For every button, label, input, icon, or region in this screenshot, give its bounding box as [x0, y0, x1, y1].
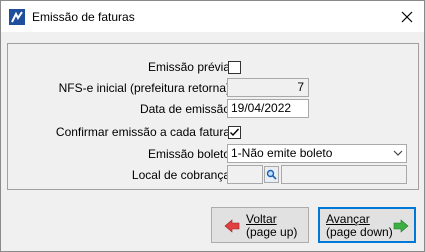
local-cobranca-label: Local de cobrança — [131, 168, 230, 182]
chevron-down-icon — [393, 150, 403, 156]
local-cobranca-description-field[interactable] — [281, 165, 407, 184]
emissao-boleto-select[interactable]: 1-Não emite boleto — [227, 144, 407, 163]
window-title: Emissão de faturas — [32, 10, 135, 24]
close-icon — [401, 11, 413, 22]
emissao-previa-label: Emissão prévia — [147, 60, 230, 74]
emissao-boleto-value: 1-Não emite boleto — [231, 146, 333, 160]
avancar-button[interactable]: Avançar (page down) — [318, 207, 416, 243]
title-bar: Emissão de faturas — [1, 1, 424, 32]
avancar-hint: (page down) — [326, 225, 393, 239]
close-button[interactable] — [390, 1, 424, 32]
data-emissao-label: Data de emissão — [139, 102, 230, 116]
emissao-previa-checkbox[interactable] — [228, 61, 241, 74]
local-cobranca-search-button[interactable] — [264, 166, 279, 183]
search-icon — [266, 169, 277, 180]
dialog-window: Emissão de faturas Emissão prévia NFS-e … — [0, 0, 425, 252]
confirmar-label: Confirmar emissão a cada fatura — [55, 125, 230, 139]
arrow-right-icon — [393, 219, 409, 233]
checkmark-icon — [230, 128, 240, 137]
local-cobranca-code-field[interactable] — [227, 165, 263, 184]
nfse-inicial-label: NFS-e inicial (prefeitura retorna) — [58, 81, 230, 95]
app-icon — [9, 9, 25, 25]
nfse-inicial-field[interactable]: 7 — [227, 78, 309, 97]
voltar-hint: (page up) — [246, 225, 298, 239]
confirmar-checkbox[interactable] — [228, 126, 241, 139]
emissao-boleto-label: Emissão boleto — [147, 147, 230, 161]
arrow-left-icon — [224, 219, 240, 233]
avancar-label: Avançar — [326, 212, 370, 226]
voltar-button[interactable]: Voltar (page up) — [211, 207, 309, 243]
voltar-label: Voltar — [246, 212, 277, 226]
data-emissao-field[interactable]: 19/04/2022 — [227, 99, 309, 118]
form-panel: Emissão prévia NFS-e inicial (prefeitura… — [7, 43, 419, 190]
